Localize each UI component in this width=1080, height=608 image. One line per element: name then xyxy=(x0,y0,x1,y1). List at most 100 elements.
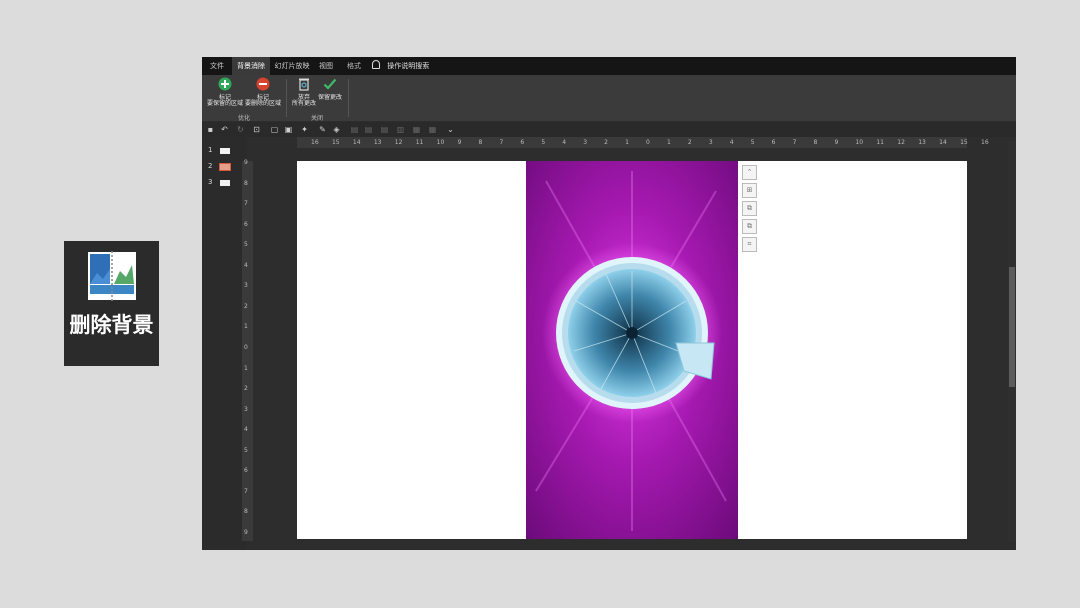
eraser-icon[interactable]: ◈ xyxy=(332,125,341,134)
minus-circle-icon xyxy=(256,77,270,91)
slide-thumbnail-selected[interactable] xyxy=(219,163,231,171)
slide-number: 2 xyxy=(208,162,213,170)
group-icon[interactable]: ▦ xyxy=(412,125,421,134)
horizontal-ruler: 16 15 14 13 12 11 10 9 8 7 6 5 4 3 2 1 0 1 2 3 4 5 6 7 8 9 10 11 12 1… xyxy=(297,137,989,148)
ruler-tick-label: 6 xyxy=(244,467,248,475)
keep-changes-label: 保留更改 xyxy=(317,94,342,101)
align-right-icon[interactable]: ▤ xyxy=(380,125,389,134)
ruler-tick-label: 2 xyxy=(244,302,248,310)
ruler-tick-label: 16 xyxy=(311,139,319,146)
ruler-tick-label: 6 xyxy=(771,139,776,146)
ruler-tick-label: 4 xyxy=(562,139,567,146)
search-box[interactable]: 操作说明搜索 xyxy=(372,57,429,75)
ruler-tick-label: 14 xyxy=(352,139,361,146)
keep-changes-button[interactable]: 保留更改 xyxy=(316,77,344,101)
ruler-tick-label: 10 xyxy=(855,139,864,146)
send-backward-icon[interactable]: ⧉ xyxy=(742,219,757,234)
discard-changes-button[interactable]: 放弃 所有更改 xyxy=(290,77,318,107)
ruler-tick-label: 8 xyxy=(813,139,818,146)
slide-thumbnail[interactable] xyxy=(220,180,230,186)
ruler-tick-label: 3 xyxy=(708,139,713,146)
slide-canvas[interactable] xyxy=(297,161,967,539)
lightbulb-icon xyxy=(372,60,380,69)
group-optimize-label: 优化 xyxy=(237,115,250,122)
ribbon-tab-bar: 文件 背景消除 幻灯片放映 视图 格式 操作说明搜索 xyxy=(202,57,1016,75)
redo-icon[interactable]: ↻ xyxy=(236,125,245,134)
format-painter-icon[interactable]: ⊡ xyxy=(252,125,261,134)
slide-number: 1 xyxy=(208,146,213,154)
ruler-tick-label: 9 xyxy=(834,139,839,146)
slide-thumbnail[interactable] xyxy=(220,148,230,154)
ruler-tick-label: 8 xyxy=(244,508,248,516)
save-icon[interactable]: ▪ xyxy=(206,125,215,134)
align-left-icon[interactable]: ▤ xyxy=(350,125,359,134)
ruler-tick-label: 2 xyxy=(604,139,608,146)
new-slide-icon[interactable]: ▢ xyxy=(270,125,279,134)
ruler-tick-label: 8 xyxy=(478,139,483,146)
ruler-tick-label: 5 xyxy=(244,446,248,454)
crop-icon[interactable]: ⌗ xyxy=(742,237,757,252)
discard-line2: 所有更改 xyxy=(291,100,316,107)
scrollbar-thumb[interactable] xyxy=(1009,267,1015,387)
ungroup-icon[interactable]: ▦ xyxy=(428,125,437,134)
ruler-tick-label: 12 xyxy=(897,139,905,146)
ribbon-separator xyxy=(348,79,349,117)
ruler-tick-label: 6 xyxy=(520,139,525,146)
tab-slideshow[interactable]: 幻灯片放映 xyxy=(272,57,312,75)
align-center-icon[interactable]: ▤ xyxy=(364,125,373,134)
layout-options-icon[interactable]: ⊞ xyxy=(742,183,757,198)
mark-keep-button[interactable]: 标记 要保留的区域 xyxy=(206,77,244,107)
ruler-tick-label: 4 xyxy=(244,426,248,434)
ruler-tick-label: 11 xyxy=(415,139,424,146)
slide-image[interactable] xyxy=(526,161,738,539)
pointer-icon[interactable]: ✦ xyxy=(300,125,309,134)
ruler-tick-label: 1 xyxy=(625,139,629,146)
ruler-tick-label: 9 xyxy=(244,529,248,536)
ruler-tick-label: 7 xyxy=(499,139,504,146)
vertical-ruler: 9 8 7 6 5 4 3 2 1 0 1 2 3 4 5 6 7 8 9 xyxy=(242,159,253,541)
app-window: 文件 背景消除 幻灯片放映 视图 格式 操作说明搜索 标记 要保留的区域 标记 … xyxy=(202,57,1016,550)
ruler-tick-label: 16 xyxy=(981,139,989,146)
tab-view[interactable]: 视图 xyxy=(314,57,338,75)
ruler-tick-label: 1 xyxy=(244,323,248,331)
ruler-tick-label: 4 xyxy=(729,139,734,146)
remove-background-icon xyxy=(88,251,136,301)
tab-file[interactable]: 文件 xyxy=(202,57,232,75)
slide-number: 3 xyxy=(208,178,213,186)
ruler-tick-label: 12 xyxy=(394,139,403,146)
ruler-tick-label: 7 xyxy=(244,200,248,208)
tab-background-removal[interactable]: 背景消除 xyxy=(232,57,270,75)
ruler-tick-label: 4 xyxy=(244,261,248,269)
group-close-label: 关闭 xyxy=(310,115,323,122)
collapse-icon[interactable]: ⌃ xyxy=(742,165,757,180)
ruler-tick-label: 3 xyxy=(244,405,248,413)
ruler-tick-label: 14 xyxy=(939,139,947,146)
checkmark-icon xyxy=(323,78,337,90)
undo-icon[interactable]: ↶ xyxy=(220,125,229,134)
distribute-icon[interactable]: ▥ xyxy=(396,125,405,134)
ruler-tick-label: 13 xyxy=(373,139,382,146)
ruler-tick-label: 15 xyxy=(960,139,968,146)
tab-format[interactable]: 格式 xyxy=(340,57,368,75)
quick-access-toolbar: ▪ ↶ ↻ ⊡ ▢ ▣ ✦ ✎ ◈ ▤ ▤ ▤ ▥ ▦ ▦ ⌄ xyxy=(202,122,1016,137)
ruler-tick-label: 0 xyxy=(646,139,650,146)
mark-remove-line2: 要删除的区域 xyxy=(244,100,281,107)
ruler-tick-label: 2 xyxy=(687,139,692,146)
ruler-tick-label: 9 xyxy=(457,139,462,146)
ruler-tick-label: 2 xyxy=(244,385,248,393)
ruler-tick-label: 10 xyxy=(436,139,445,146)
ruler-tick-label: 1 xyxy=(666,139,671,146)
mark-remove-button[interactable]: 标记 要删除的区域 xyxy=(244,77,282,107)
ruler-tick-label: 5 xyxy=(244,241,248,249)
ruler-tick-label: 15 xyxy=(331,139,340,146)
ribbon: 标记 要保留的区域 标记 要删除的区域 优化 放弃 所有更改 保留更改 关闭 xyxy=(202,75,1016,122)
feature-label: 删除背景 xyxy=(69,313,154,337)
ruler-tick-label: 3 xyxy=(583,139,588,146)
customize-toolbar-icon[interactable]: ⌄ xyxy=(446,125,455,134)
search-label: 操作说明搜索 xyxy=(387,62,430,70)
pen-icon[interactable]: ✎ xyxy=(318,125,327,134)
ruler-tick-label: 6 xyxy=(244,220,248,228)
bring-forward-icon[interactable]: ⧉ xyxy=(742,201,757,216)
layout-icon[interactable]: ▣ xyxy=(284,125,293,134)
trash-icon xyxy=(299,78,309,91)
